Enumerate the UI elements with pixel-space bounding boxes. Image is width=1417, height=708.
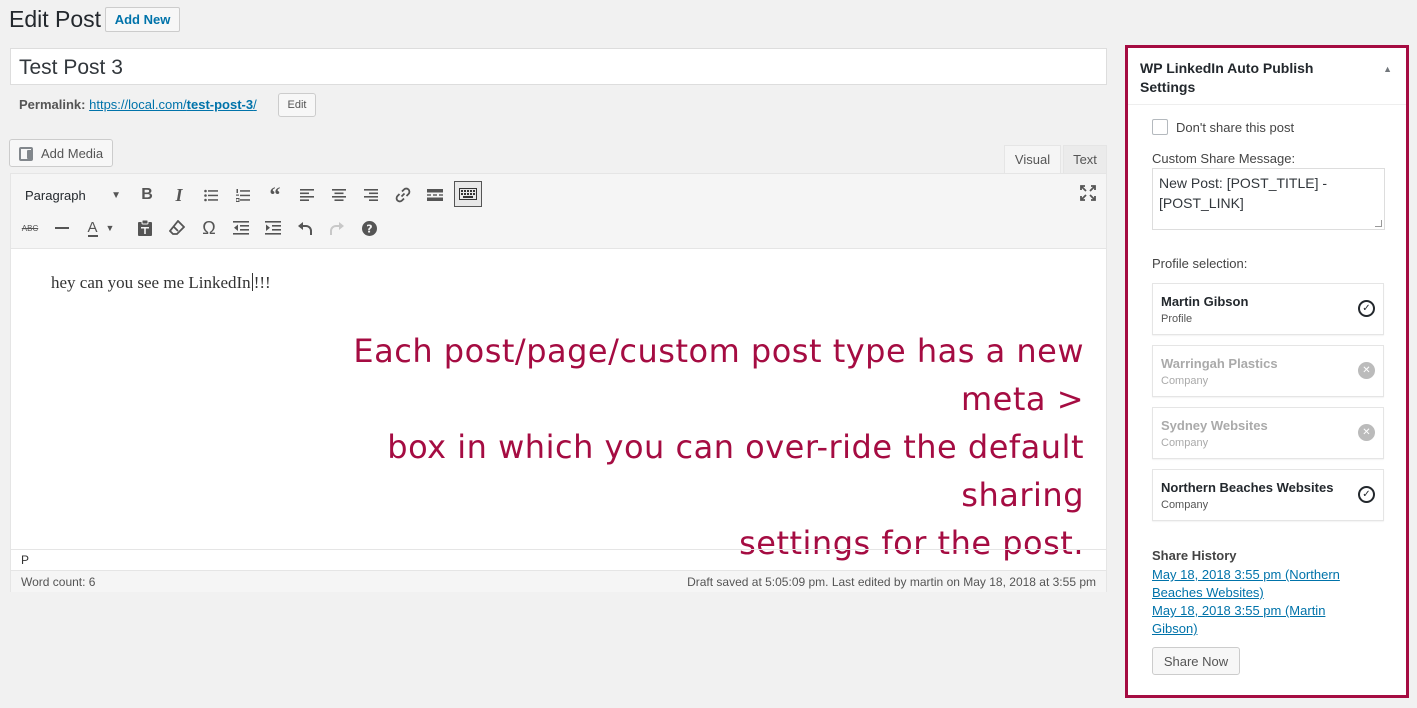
undo-icon[interactable]: [292, 215, 318, 241]
profile-card[interactable]: Sydney Websites Company ✕: [1152, 407, 1384, 459]
dont-share-checkbox[interactable]: [1152, 119, 1168, 135]
tab-visual[interactable]: Visual: [1004, 145, 1061, 173]
share-history-title: Share History: [1152, 548, 1237, 563]
horizontal-line-icon[interactable]: [49, 215, 75, 241]
permalink-link[interactable]: https://local.com/test-post-3/: [89, 97, 257, 112]
share-history-link[interactable]: May 18, 2018 3:55 pm (Martin Gibson): [1152, 602, 1362, 638]
tab-text[interactable]: Text: [1063, 145, 1107, 173]
editor: Paragraph ▼ B I “ ABC A ▼ Ω ? hey can yo…: [10, 173, 1107, 592]
callout-line-2: box in which you can over-ride the defau…: [387, 428, 1084, 514]
redo-icon[interactable]: [324, 215, 350, 241]
italic-icon[interactable]: I: [166, 182, 192, 208]
collapse-arrow-icon[interactable]: ▲: [1383, 64, 1392, 74]
word-count: Word count: 6: [21, 575, 96, 589]
element-path[interactable]: P: [11, 549, 1106, 570]
linkedin-settings-metabox: WP LinkedIn Auto Publish Settings ▲ Don'…: [1125, 45, 1409, 698]
align-left-icon[interactable]: [294, 182, 320, 208]
profile-card[interactable]: Warringah Plastics Company ✕: [1152, 345, 1384, 397]
text-cursor: [251, 273, 253, 291]
close-icon: ✕: [1358, 362, 1375, 379]
custom-message-value: New Post: [POST_TITLE] - [POST_LINK]: [1159, 175, 1328, 211]
numbered-list-icon[interactable]: [230, 182, 256, 208]
profile-name: Sydney Websites: [1161, 418, 1268, 433]
profile-type: Profile: [1161, 313, 1193, 325]
text-color-icon[interactable]: A ▼: [81, 215, 121, 241]
profile-card[interactable]: Martin Gibson Profile ✓: [1152, 283, 1384, 335]
profile-name: Warringah Plastics: [1161, 356, 1278, 371]
content-text-after: !!!: [253, 273, 271, 292]
dont-share-label[interactable]: Don't share this post: [1176, 120, 1294, 135]
permalink: Permalink: https://local.com/test-post-3…: [19, 97, 257, 112]
check-icon: ✓: [1358, 486, 1375, 503]
align-center-icon[interactable]: [326, 182, 352, 208]
content-text-before: hey can you see me LinkedIn: [51, 273, 251, 292]
profile-type: Company: [1161, 499, 1209, 511]
post-content[interactable]: hey can you see me LinkedIn!!!: [51, 273, 271, 293]
toolbar-toggle-icon[interactable]: [454, 181, 482, 207]
profile-name: Northern Beaches Websites: [1161, 480, 1334, 495]
special-character-icon[interactable]: Ω: [196, 215, 222, 241]
permalink-base: https://local.com/: [89, 97, 187, 112]
close-icon: ✕: [1358, 424, 1375, 441]
page-title: Edit Post: [9, 6, 102, 32]
indent-icon[interactable]: [260, 215, 286, 241]
blockquote-icon[interactable]: “: [262, 182, 288, 208]
share-history-link[interactable]: May 18, 2018 3:55 pm (Northern Beaches W…: [1152, 566, 1362, 602]
clear-formatting-icon[interactable]: [164, 215, 190, 241]
format-select[interactable]: Paragraph ▼: [17, 183, 129, 207]
add-new-button[interactable]: Add New: [105, 7, 180, 32]
bold-icon[interactable]: B: [134, 182, 160, 208]
fullscreen-icon[interactable]: [1075, 180, 1101, 206]
callout-annotation: Each post/page/custom post type has a ne…: [324, 327, 1084, 567]
profile-type: Company: [1161, 437, 1209, 449]
permalink-label: Permalink:: [19, 97, 86, 112]
align-right-icon[interactable]: [358, 182, 384, 208]
paste-as-text-icon[interactable]: [132, 215, 158, 241]
custom-message-textarea[interactable]: New Post: [POST_TITLE] - [POST_LINK]: [1152, 168, 1385, 230]
profile-selection-label: Profile selection:: [1152, 256, 1248, 271]
format-select-value: Paragraph: [25, 187, 86, 203]
permalink-slug: test-post-3: [186, 97, 254, 112]
add-media-button[interactable]: Add Media: [9, 139, 113, 167]
resize-handle-icon[interactable]: [1375, 220, 1382, 227]
share-now-button[interactable]: Share Now: [1152, 647, 1240, 675]
bullet-list-icon[interactable]: [198, 182, 224, 208]
svg-text:?: ?: [366, 222, 372, 235]
chevron-down-icon: ▼: [111, 189, 121, 201]
save-status: Draft saved at 5:05:09 pm. Last edited b…: [687, 575, 1096, 589]
read-more-icon[interactable]: [422, 182, 448, 208]
help-icon[interactable]: ?: [356, 215, 382, 241]
profile-name: Martin Gibson: [1161, 294, 1249, 309]
editor-statusbar: Word count: 6 Draft saved at 5:05:09 pm.…: [11, 570, 1106, 592]
check-icon: ✓: [1358, 300, 1375, 317]
callout-line-1: Each post/page/custom post type has a ne…: [353, 332, 1084, 418]
media-icon: [19, 146, 35, 161]
profile-card[interactable]: Northern Beaches Websites Company ✓: [1152, 469, 1384, 521]
permalink-edit-button[interactable]: Edit: [278, 93, 316, 117]
add-media-label: Add Media: [41, 145, 104, 161]
editor-content[interactable]: hey can you see me LinkedIn!!! Each post…: [11, 249, 1106, 562]
profile-type: Company: [1161, 375, 1209, 387]
strikethrough-icon[interactable]: ABC: [17, 215, 43, 241]
custom-message-label: Custom Share Message:: [1152, 151, 1296, 166]
metabox-header[interactable]: WP LinkedIn Auto Publish Settings ▲: [1128, 48, 1406, 105]
link-icon[interactable]: [390, 182, 416, 208]
editor-toolbar: Paragraph ▼ B I “ ABC A ▼ Ω ?: [11, 174, 1106, 249]
metabox-title: WP LinkedIn Auto Publish Settings: [1140, 60, 1314, 95]
outdent-icon[interactable]: [228, 215, 254, 241]
post-title-input[interactable]: Test Post 3: [10, 48, 1107, 85]
permalink-trail: /: [253, 97, 257, 112]
